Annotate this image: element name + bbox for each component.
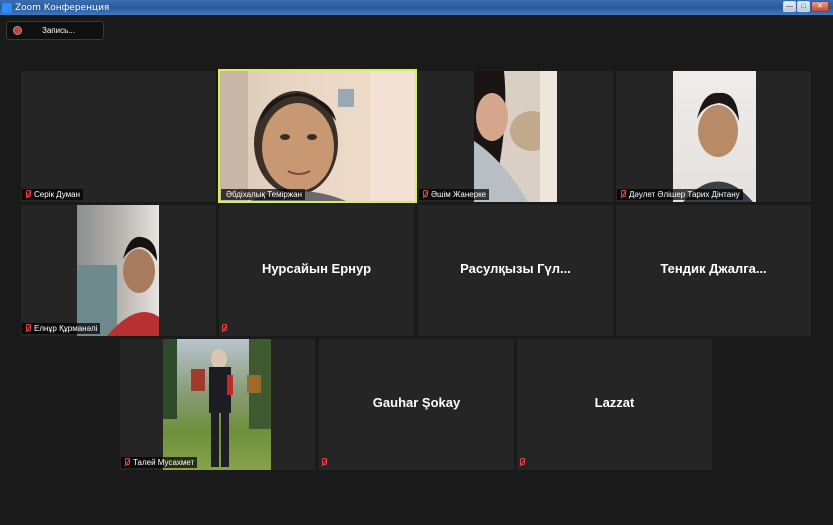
minimize-button[interactable]: — <box>783 1 796 12</box>
participant-name-tag: Әшім Жанеркe <box>419 189 490 200</box>
maximize-button[interactable]: □ <box>797 1 810 12</box>
participant-name-tag: Дәулет Әлішер Тарих Дінтану <box>617 189 743 200</box>
participant-video <box>77 205 159 336</box>
participant-name-tag: Елнұр Құрманәлі <box>22 323 101 334</box>
participant-name-tag <box>320 457 327 468</box>
mic-muted-icon <box>24 190 31 199</box>
video-frame <box>220 71 415 201</box>
mic-muted-icon <box>320 458 327 467</box>
participant-tile[interactable]: Gauhar Şokay <box>319 339 514 470</box>
participant-name-tag: Серік Думан <box>22 189 84 200</box>
participant-name-tag: Әбдіхалық Теміржан <box>221 189 306 200</box>
participant-display-name: Расулқызы Гүл... <box>460 261 571 276</box>
recording-label: Запись... <box>42 26 75 35</box>
participant-name-tag: Талей Мусахмет <box>121 457 198 468</box>
participant-video <box>673 71 756 202</box>
video-frame <box>474 71 557 202</box>
mic-muted-icon <box>220 324 227 333</box>
participant-video <box>474 71 557 202</box>
participant-tile[interactable]: Талей Мусахмет <box>120 339 315 470</box>
participant-name-tag <box>518 457 525 468</box>
participant-display-name: Тендик Джалга... <box>660 261 767 276</box>
participant-tile[interactable]: Тендик Джалга... <box>616 205 811 336</box>
participant-display-name: Lazzat <box>594 395 635 410</box>
participant-video <box>220 71 415 201</box>
participant-tile-active-speaker[interactable]: Әбдіхалық Теміржан <box>218 69 417 203</box>
close-button[interactable]: ✕ <box>811 1 829 12</box>
window-titlebar: Zoom Конференция — □ ✕ <box>0 0 833 15</box>
participant-tile[interactable]: Расулқызы Гүл... <box>418 205 613 336</box>
participant-video <box>163 339 271 470</box>
record-icon <box>13 26 22 35</box>
video-frame <box>683 92 753 202</box>
zoom-app-icon <box>2 2 12 13</box>
recording-button[interactable]: Запись... <box>6 21 104 40</box>
mic-muted-icon <box>24 324 31 333</box>
mic-muted-icon <box>518 458 525 467</box>
mic-muted-icon <box>421 190 428 199</box>
participant-tile[interactable]: Нурсайын Ернур <box>219 205 414 336</box>
participant-tile[interactable]: Елнұр Құрманәлі <box>21 205 216 336</box>
window-controls: — □ ✕ <box>783 1 829 12</box>
window-title: Zoom Конференция <box>15 2 110 13</box>
participant-tile[interactable]: Серік Думан <box>21 71 216 202</box>
participant-tile[interactable]: Әшім Жанеркe <box>418 71 613 202</box>
participant-display-name: Gauhar Şokay <box>372 395 461 410</box>
mic-muted-icon <box>619 190 626 199</box>
video-frame <box>163 339 271 467</box>
participant-display-name: Нурсайын Ернур <box>261 261 372 276</box>
video-frame <box>77 236 159 336</box>
participant-name-tag <box>220 323 227 334</box>
participant-tile[interactable]: Дәулет Әлішер Тарих Дінтану <box>616 71 811 202</box>
mic-muted-icon <box>123 458 130 467</box>
participant-tile[interactable]: Lazzat <box>517 339 712 470</box>
